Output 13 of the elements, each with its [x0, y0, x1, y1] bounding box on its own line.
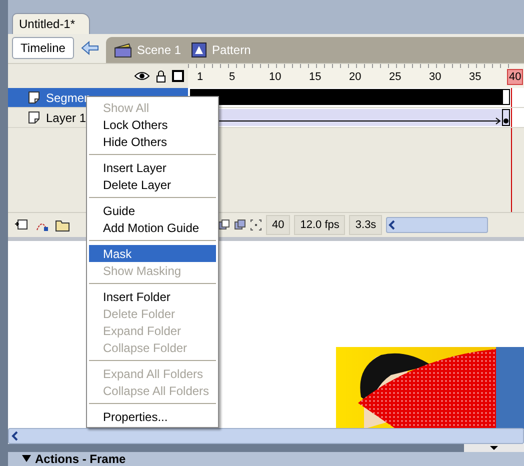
frame-number: 35 [468, 70, 482, 86]
frame-number: 20 [348, 70, 362, 86]
frame-number: 1 [196, 70, 204, 86]
frame-number: 10 [268, 70, 282, 86]
frame-number: 5 [228, 70, 236, 86]
elapsed-time: 3.3s [349, 215, 382, 236]
frame-number: 30 [428, 70, 442, 86]
current-frame: 40 [266, 215, 290, 236]
frame-number: 40 [507, 69, 524, 86]
frame-number: 25 [388, 70, 402, 86]
frame-number: 15 [308, 70, 322, 86]
layer-name: Layer 1 [46, 110, 86, 125]
frame-rate: 12.0 fps [294, 215, 346, 236]
